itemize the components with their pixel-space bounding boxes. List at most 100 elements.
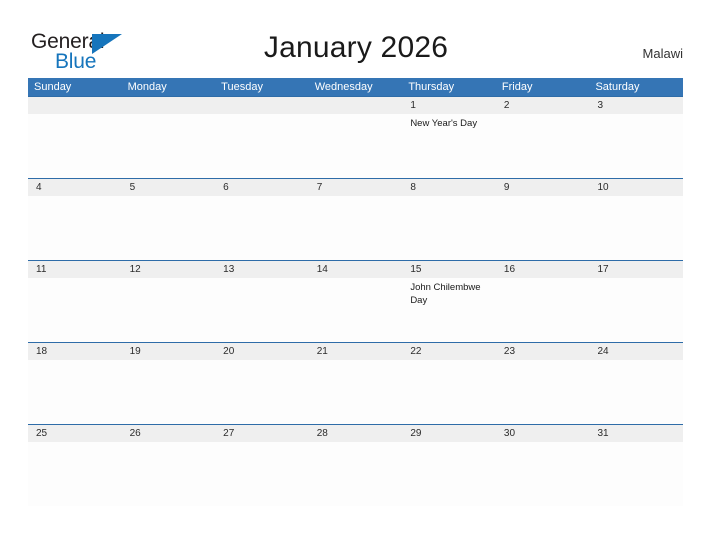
day-number[interactable] — [122, 97, 216, 114]
week-date-strip: 1 2 3 — [28, 97, 683, 114]
day-number[interactable]: 19 — [122, 343, 216, 360]
day-number[interactable]: 29 — [402, 425, 496, 442]
day-cell[interactable] — [309, 278, 403, 342]
day-number[interactable]: 2 — [496, 97, 590, 114]
week-date-strip: 11 12 13 14 15 16 17 — [28, 261, 683, 278]
weekday-monday: Monday — [127, 81, 167, 93]
day-cell[interactable] — [589, 360, 683, 424]
week-row: 1 2 3 New Year's Day — [28, 96, 683, 178]
page-title: January 2026 — [263, 31, 449, 64]
day-cell[interactable] — [309, 196, 403, 260]
day-cell[interactable] — [215, 278, 309, 342]
week-body-strip — [28, 442, 683, 506]
day-cell[interactable] — [402, 196, 496, 260]
day-number[interactable]: 15 — [402, 261, 496, 278]
day-number[interactable]: 24 — [589, 343, 683, 360]
day-number[interactable]: 18 — [28, 343, 122, 360]
week-body-strip: John Chilembwe Day — [28, 278, 683, 342]
week-row: 4 5 6 7 8 9 10 — [28, 178, 683, 260]
day-number[interactable]: 16 — [496, 261, 590, 278]
day-number[interactable]: 10 — [589, 179, 683, 196]
day-number[interactable]: 28 — [309, 425, 403, 442]
day-cell[interactable] — [122, 360, 216, 424]
week-row: 18 19 20 21 22 23 24 — [28, 342, 683, 424]
day-number[interactable]: 14 — [309, 261, 403, 278]
weekday-thursday: Thursday — [408, 81, 455, 93]
day-number[interactable] — [309, 97, 403, 114]
country-label: Malawi — [642, 46, 683, 61]
weekday-saturday: Saturday — [595, 81, 640, 93]
day-number[interactable]: 1 — [402, 97, 496, 114]
day-cell[interactable] — [496, 196, 590, 260]
day-number[interactable]: 9 — [496, 179, 590, 196]
day-number[interactable]: 6 — [215, 179, 309, 196]
weekday-header-row: Sunday Monday Tuesday Wednesday Thursday… — [28, 78, 683, 96]
day-number[interactable]: 7 — [309, 179, 403, 196]
day-number[interactable]: 20 — [215, 343, 309, 360]
day-number[interactable]: 12 — [122, 261, 216, 278]
day-number[interactable]: 17 — [589, 261, 683, 278]
weekday-tuesday: Tuesday — [221, 81, 263, 93]
day-cell[interactable] — [589, 196, 683, 260]
day-number[interactable]: 30 — [496, 425, 590, 442]
day-cell[interactable] — [309, 360, 403, 424]
day-cell[interactable] — [496, 360, 590, 424]
week-date-strip: 18 19 20 21 22 23 24 — [28, 343, 683, 360]
day-number[interactable] — [215, 97, 309, 114]
week-body-strip — [28, 196, 683, 260]
day-cell[interactable] — [122, 196, 216, 260]
day-cell[interactable] — [215, 114, 309, 178]
day-cell[interactable] — [122, 278, 216, 342]
day-number[interactable]: 11 — [28, 261, 122, 278]
day-number[interactable]: 26 — [122, 425, 216, 442]
day-number[interactable]: 27 — [215, 425, 309, 442]
day-number[interactable]: 25 — [28, 425, 122, 442]
day-cell[interactable] — [122, 442, 216, 506]
week-row: 25 26 27 28 29 30 31 — [28, 424, 683, 506]
day-cell[interactable] — [28, 360, 122, 424]
day-cell[interactable] — [28, 196, 122, 260]
day-cell[interactable] — [496, 278, 590, 342]
weekday-sunday: Sunday — [34, 81, 72, 93]
day-cell[interactable] — [309, 114, 403, 178]
day-cell[interactable] — [496, 442, 590, 506]
day-cell[interactable] — [402, 360, 496, 424]
day-cell[interactable] — [309, 442, 403, 506]
day-cell[interactable] — [589, 114, 683, 178]
day-number[interactable]: 3 — [589, 97, 683, 114]
weekday-friday: Friday — [501, 81, 533, 93]
day-number[interactable]: 5 — [122, 179, 216, 196]
calendar-grid: Sunday Monday Tuesday Wednesday Thursday… — [28, 78, 683, 506]
day-cell[interactable]: John Chilembwe Day — [402, 278, 496, 342]
day-cell[interactable] — [28, 114, 122, 178]
day-number[interactable]: 4 — [28, 179, 122, 196]
event-label: John Chilembwe Day — [410, 282, 481, 306]
day-cell[interactable] — [496, 114, 590, 178]
day-cell[interactable] — [215, 196, 309, 260]
day-number[interactable]: 31 — [589, 425, 683, 442]
day-cell[interactable]: New Year's Day — [402, 114, 496, 178]
day-cell[interactable] — [122, 114, 216, 178]
weekday-wednesday: Wednesday — [314, 81, 373, 93]
day-number[interactable]: 8 — [402, 179, 496, 196]
week-body-strip: New Year's Day — [28, 114, 683, 178]
day-number[interactable] — [28, 97, 122, 114]
day-cell[interactable] — [28, 442, 122, 506]
day-number[interactable]: 23 — [496, 343, 590, 360]
week-body-strip — [28, 360, 683, 424]
event-label: New Year's Day — [410, 118, 478, 129]
week-date-strip: 25 26 27 28 29 30 31 — [28, 425, 683, 442]
day-cell[interactable] — [215, 442, 309, 506]
day-cell[interactable] — [589, 442, 683, 506]
day-cell[interactable] — [402, 442, 496, 506]
day-cell[interactable] — [28, 278, 122, 342]
day-number[interactable]: 22 — [402, 343, 496, 360]
day-cell[interactable] — [215, 360, 309, 424]
day-cell[interactable] — [589, 278, 683, 342]
day-number[interactable]: 13 — [215, 261, 309, 278]
week-date-strip: 4 5 6 7 8 9 10 — [28, 179, 683, 196]
day-number[interactable]: 21 — [309, 343, 403, 360]
calendar-page: General Blue January 2026 Malawi Sunday … — [0, 0, 712, 550]
week-row: 11 12 13 14 15 16 17 John Chilembwe Day — [28, 260, 683, 342]
page-header: General Blue January 2026 Malawi — [0, 0, 712, 78]
